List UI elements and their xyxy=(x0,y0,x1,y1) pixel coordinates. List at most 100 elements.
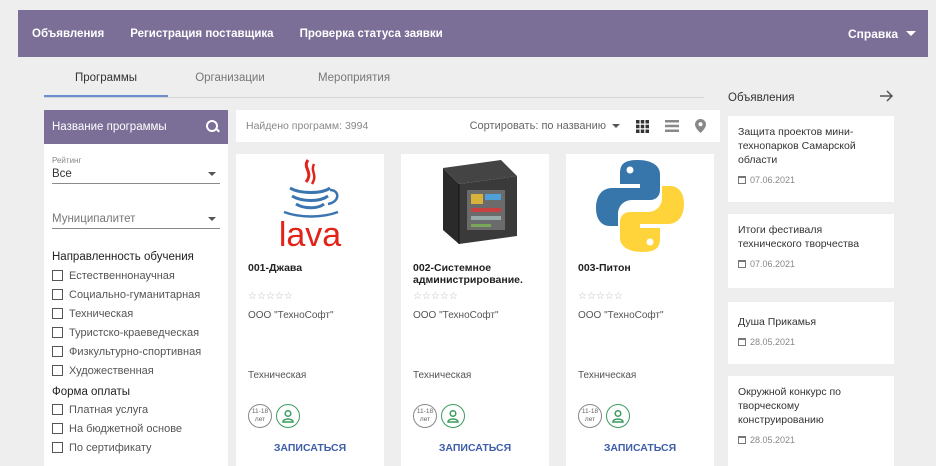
program-badges: 11-18 лет xyxy=(578,404,630,428)
program-card[interactable]: lava 001-Джава ☆☆☆☆☆ ООО "ТехноСофт" Тех… xyxy=(236,154,384,466)
program-category: Техническая xyxy=(248,370,307,381)
checkbox-label: По сертификату xyxy=(69,441,152,454)
results-toolbar: Найдено программ: 3994 Сортировать: по н… xyxy=(236,110,720,142)
age-badge: 11-18 лет xyxy=(578,404,602,428)
direction-checkbox[interactable]: Социально-гуманитарная xyxy=(52,285,220,304)
direction-group-title: Направленность обучения xyxy=(52,251,194,263)
rating-label: Рейтинг xyxy=(52,156,82,165)
enroll-button[interactable]: ЗАПИСАТЬСЯ xyxy=(401,442,549,454)
search-icon[interactable] xyxy=(206,120,218,134)
python-logo-image xyxy=(574,154,706,258)
server-rack-image xyxy=(409,154,541,258)
program-organization: ООО "ТехноСофт" xyxy=(413,310,499,321)
program-badges: 11-18 лет xyxy=(248,404,300,428)
municipality-select[interactable]: Муниципалитет xyxy=(52,210,220,229)
announcement-date-text: 07.06.2021 xyxy=(750,175,796,185)
announcement-date-text: 07.06.2021 xyxy=(750,259,796,269)
direction-checkbox[interactable]: Естественнонаучная xyxy=(52,266,220,285)
program-category: Техническая xyxy=(578,370,637,381)
chevron-down-icon xyxy=(612,124,620,128)
tab-programs[interactable]: Программы xyxy=(44,66,168,97)
checkbox-icon xyxy=(52,327,63,338)
person-icon xyxy=(441,404,465,428)
announcement-title: Душа Прикамья xyxy=(738,316,817,328)
enroll-button[interactable]: ЗАПИСАТЬСЯ xyxy=(566,442,714,454)
program-title[interactable]: 003-Питон xyxy=(578,262,631,274)
list-view-icon[interactable] xyxy=(665,120,679,132)
chevron-down-icon xyxy=(208,172,216,176)
nav-supplier-registration-link[interactable]: Регистрация поставщика xyxy=(130,28,273,40)
nav-application-status-link[interactable]: Проверка статуса заявки xyxy=(300,28,443,40)
checkbox-icon xyxy=(52,404,63,415)
program-badges: 11-18 лет xyxy=(413,404,465,428)
checkbox-label: Платная услуга xyxy=(69,403,149,416)
checkbox-label: Социально-гуманитарная xyxy=(69,288,201,301)
grid-view-icon[interactable] xyxy=(636,119,649,133)
program-title[interactable]: 002-Системное администрирование. xyxy=(413,262,537,286)
age-unit: лет xyxy=(584,416,596,423)
payment-checkbox[interactable]: По сертификату xyxy=(52,438,220,457)
announcement-title: Защита проектов мини-технопарков Самарск… xyxy=(738,126,856,166)
checkbox-icon xyxy=(52,423,63,434)
checkbox-icon xyxy=(52,365,63,376)
checkbox-label: Туристско-краеведческая xyxy=(69,326,200,339)
program-search-input[interactable] xyxy=(52,121,206,133)
rating-stars: ☆☆☆☆☆ xyxy=(248,291,293,302)
content-tabs: Программы Организации Мероприятия xyxy=(44,66,704,98)
rating-select[interactable]: Рейтинг Все xyxy=(52,156,220,184)
program-organization: ООО "ТехноСофт" xyxy=(248,310,334,321)
announcement-card[interactable]: Итоги фестиваля технического творчества … xyxy=(728,214,894,288)
program-card[interactable]: 003-Питон ☆☆☆☆☆ ООО "ТехноСофт" Техничес… xyxy=(566,154,714,466)
sort-select[interactable]: Сортировать: по названию xyxy=(470,120,620,132)
announcement-date-text: 28.05.2021 xyxy=(750,337,796,347)
direction-checkbox[interactable]: Техническая xyxy=(52,304,220,323)
checkbox-icon xyxy=(52,270,63,281)
direction-checkbox[interactable]: Туристско-краеведческая xyxy=(52,323,220,342)
map-pin-icon[interactable] xyxy=(695,119,706,133)
help-menu[interactable]: Справка xyxy=(848,27,916,41)
payment-group-title: Форма оплаты xyxy=(52,386,131,398)
program-title[interactable]: 001-Джава xyxy=(248,262,302,274)
top-nav-links: Объявления Регистрация поставщика Провер… xyxy=(18,10,469,57)
calendar-icon xyxy=(738,176,746,184)
calendar-icon xyxy=(738,436,746,444)
announcement-date: 28.05.2021 xyxy=(738,337,884,347)
announcements-header: Объявления xyxy=(728,86,894,110)
payment-checkbox[interactable]: Платная услуга xyxy=(52,400,220,419)
checkbox-icon xyxy=(52,346,63,357)
java-logo-image: lava xyxy=(244,154,376,258)
rating-stars: ☆☆☆☆☆ xyxy=(578,291,623,302)
arrow-right-icon[interactable] xyxy=(880,89,894,107)
direction-checkbox[interactable]: Физкультурно-спортивная xyxy=(52,342,220,361)
rating-value: Все xyxy=(52,168,72,180)
filter-panel: Рейтинг Все Муниципалитет Направленность… xyxy=(44,110,228,466)
top-navbar: Объявления Регистрация поставщика Провер… xyxy=(18,10,928,57)
announcement-date: 07.06.2021 xyxy=(738,259,884,269)
tab-events[interactable]: Мероприятия xyxy=(292,66,416,97)
age-badge: 11-18 лет xyxy=(248,404,272,428)
checkbox-label: На бюджетной основе xyxy=(69,422,183,435)
checkbox-icon xyxy=(52,308,63,319)
sort-label: Сортировать: по названию xyxy=(469,120,606,132)
announcement-card[interactable]: Защита проектов мини-технопарков Самарск… xyxy=(728,116,894,202)
program-card[interactable]: 002-Системное администрирование. ☆☆☆☆☆ О… xyxy=(401,154,549,466)
announcement-date-text: 28.05.2021 xyxy=(750,435,796,445)
age-range: 11-18 xyxy=(251,408,269,415)
announcement-card[interactable]: Окружной конкурс по творческому конструи… xyxy=(728,376,894,466)
direction-checkbox[interactable]: Художественная xyxy=(52,361,220,380)
announcement-card[interactable]: Душа Прикамья 28.05.2021 xyxy=(728,302,894,364)
payment-checkbox[interactable]: На бюджетной основе xyxy=(52,419,220,438)
program-search xyxy=(44,110,228,144)
announcements-title: Объявления xyxy=(728,92,795,104)
nav-announcements-link[interactable]: Объявления xyxy=(32,28,104,40)
java-logo-text: lava xyxy=(279,216,341,254)
checkbox-label: Естественнонаучная xyxy=(69,269,175,282)
age-range: 11-18 xyxy=(416,408,434,415)
age-unit: лет xyxy=(419,416,431,423)
tab-organizations[interactable]: Организации xyxy=(168,66,292,97)
person-icon xyxy=(276,404,300,428)
results-count: Найдено программ: 3994 xyxy=(246,120,369,132)
age-badge: 11-18 лет xyxy=(413,404,437,428)
enroll-button[interactable]: ЗАПИСАТЬСЯ xyxy=(236,442,384,454)
announcement-date: 28.05.2021 xyxy=(738,435,884,445)
